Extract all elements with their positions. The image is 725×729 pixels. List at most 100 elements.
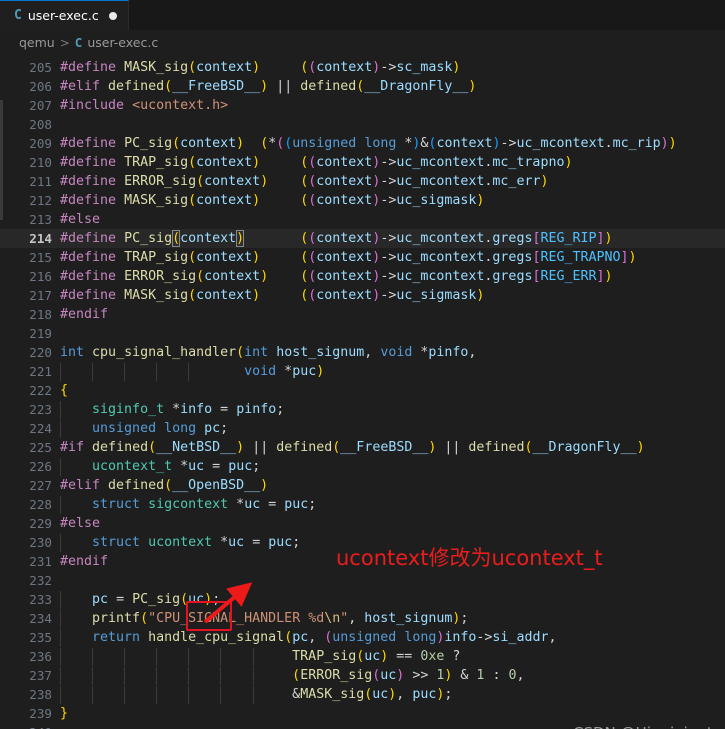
line-content: #define MASK_sig(context) ((context)->sc… xyxy=(60,60,461,75)
code-line[interactable]: 214 #define PC_sig(context) ((context)->u… xyxy=(0,229,725,248)
line-content: &MASK_sig(uc), puc); xyxy=(292,687,453,702)
line-content: unsigned long pc; xyxy=(92,421,229,436)
code-line[interactable]: 213 #else xyxy=(0,210,725,229)
code-line[interactable]: 217 #define MASK_sig(context) ((context)-… xyxy=(0,286,725,305)
code-line[interactable]: 234 printf("CPU_SIGNAL_HANDLER %d\n", ho… xyxy=(0,609,725,628)
line-content: #else xyxy=(60,516,101,531)
code-line[interactable]: 210 #define TRAP_sig(context) ((context)-… xyxy=(0,153,725,172)
line-number: 211 xyxy=(29,174,52,189)
line-number: 238 xyxy=(29,687,52,702)
line-content: TRAP_sig(uc) == 0xe ? xyxy=(292,649,461,664)
line-content: #endif xyxy=(60,554,109,569)
line-number: 229 xyxy=(29,516,52,531)
code-line[interactable]: 235 return handle_cpu_signal(pc, (unsign… xyxy=(0,628,725,647)
line-content: { xyxy=(60,383,69,398)
code-line[interactable]: 209 #define PC_sig(context) (*((unsigned … xyxy=(0,134,725,153)
line-number: 233 xyxy=(29,592,52,607)
code-line[interactable]: 211 #define ERROR_sig(context) ((context)… xyxy=(0,172,725,191)
unsaved-dot-icon[interactable] xyxy=(108,11,117,20)
line-number: 210 xyxy=(29,155,52,170)
line-number: 216 xyxy=(29,269,52,284)
code-line[interactable]: 220 int cpu_signal_handler(int host_signu… xyxy=(0,343,725,362)
code-line[interactable]: 229 #else xyxy=(0,514,725,533)
matching-bracket-highlight xyxy=(172,230,181,247)
code-line[interactable]: 208 xyxy=(0,115,725,134)
code-line[interactable]: 207 #include <ucontext.h> xyxy=(0,96,725,115)
line-content: } xyxy=(60,706,69,721)
code-line[interactable]: 222 { xyxy=(0,381,725,400)
chevron-right-icon: > xyxy=(59,35,70,50)
line-number: 225 xyxy=(29,440,52,455)
line-number: 220 xyxy=(29,345,52,360)
line-content: #elif defined(__FreeBSD__) || defined(__… xyxy=(60,79,477,94)
line-number: 240 xyxy=(0,723,52,729)
line-content: (ERROR_sig(uc) >> 1) & 1 : 0, xyxy=(292,668,525,683)
line-content: return handle_cpu_signal(pc, (unsigned l… xyxy=(92,630,557,645)
vscode-window: C user-exec.c qemu > C user-exec.c 205 #d… xyxy=(0,0,725,729)
line-content: #define MASK_sig(context) ((context)->uc… xyxy=(60,193,485,208)
line-content: void *puc) xyxy=(244,364,325,379)
line-number: 226 xyxy=(29,459,52,474)
line-number: 218 xyxy=(29,307,52,322)
line-number: 235 xyxy=(29,630,52,645)
code-line[interactable]: 223 siginfo_t *info = pinfo; xyxy=(0,400,725,419)
line-number: 222 xyxy=(29,383,52,398)
editor-tab-bar: C user-exec.c xyxy=(0,0,725,30)
code-line[interactable]: 205 #define MASK_sig(context) ((context)-… xyxy=(0,58,725,77)
code-line[interactable]: 215 #define TRAP_sig(context) ((context)-… xyxy=(0,248,725,267)
line-number: 219 xyxy=(29,326,52,341)
code-line[interactable]: 218 #endif xyxy=(0,305,725,324)
code-line[interactable]: 221 void *puc) xyxy=(0,362,725,381)
line-number: 224 xyxy=(29,421,52,436)
annotation-note: ucontext修改为ucontext_t xyxy=(336,546,603,570)
code-line[interactable]: 225 #if defined(__NetBSD__) || defined(__… xyxy=(0,438,725,457)
tab-label: user-exec.c xyxy=(27,8,99,23)
tab-user-exec-c[interactable]: C user-exec.c xyxy=(0,0,129,30)
line-content: pc = PC_sig(uc); xyxy=(92,592,221,607)
line-number: 234 xyxy=(29,611,52,626)
line-content: #endif xyxy=(60,307,109,322)
code-line[interactable]: 216 #define ERROR_sig(context) ((context)… xyxy=(0,267,725,286)
red-arrow-icon xyxy=(203,582,253,624)
line-content: struct ucontext *uc = puc; xyxy=(92,535,301,550)
code-line[interactable]: 232 xyxy=(0,571,725,590)
code-line[interactable]: 212 #define MASK_sig(context) ((context)-… xyxy=(0,191,725,210)
line-number: 214 xyxy=(29,231,52,246)
code-line[interactable]: 233 pc = PC_sig(uc); xyxy=(0,590,725,609)
line-number: 239 xyxy=(29,706,52,721)
line-number: 232 xyxy=(29,573,52,588)
c-file-icon: C xyxy=(74,35,83,50)
code-line[interactable]: 238 &MASK_sig(uc), puc); xyxy=(0,685,725,704)
line-content: #define ERROR_sig(context) ((context)->u… xyxy=(60,174,549,189)
line-content: #elif defined(__OpenBSD__) xyxy=(60,478,269,493)
breadcrumb-item-qemu[interactable]: qemu xyxy=(19,35,55,50)
code-line[interactable]: 224 unsigned long pc; xyxy=(0,419,725,438)
line-number: 217 xyxy=(29,288,52,303)
code-line[interactable]: 237 (ERROR_sig(uc) >> 1) & 1 : 0, xyxy=(0,666,725,685)
line-number: 236 xyxy=(29,649,52,664)
line-number: 231 xyxy=(29,554,52,569)
code-line[interactable]: 219 xyxy=(0,324,725,343)
code-line[interactable]: 228 struct sigcontext *uc = puc; xyxy=(0,495,725,514)
line-content: int cpu_signal_handler(int host_signum, … xyxy=(60,345,477,360)
breadcrumb-item-file[interactable]: user-exec.c xyxy=(87,35,158,50)
line-number: 207 xyxy=(29,98,52,113)
breadcrumb: qemu > C user-exec.c xyxy=(0,30,725,55)
line-number: 209 xyxy=(29,136,52,151)
code-line[interactable]: 239} xyxy=(0,704,725,723)
code-line[interactable]: 236 TRAP_sig(uc) == 0xe ? xyxy=(0,647,725,666)
line-number: 206 xyxy=(29,79,52,94)
code-editor[interactable]: 205 #define MASK_sig(context) ((context)-… xyxy=(0,55,725,729)
line-content: #define TRAP_sig(context) ((context)->uc… xyxy=(60,250,637,265)
line-content: #define PC_sig(context) (*((unsigned lon… xyxy=(60,136,677,151)
line-content: #define PC_sig(context) ((context)->uc_m… xyxy=(60,231,613,246)
code-line[interactable]: 206 #elif defined(__FreeBSD__) || defined… xyxy=(0,77,725,96)
matching-bracket-highlight xyxy=(236,230,245,247)
code-line[interactable]: 227 #elif defined(__OpenBSD__) xyxy=(0,476,725,495)
line-content: #define ERROR_sig(context) ((context)->u… xyxy=(60,269,613,284)
line-content: #define MASK_sig(context) ((context)->uc… xyxy=(60,288,485,303)
line-content: ucontext_t *uc = puc; xyxy=(92,459,261,474)
code-line[interactable]: 226 ucontext_t *uc = puc; xyxy=(0,457,725,476)
line-content: printf("CPU_SIGNAL_HANDLER %d\n", host_s… xyxy=(92,611,469,626)
line-number: 230 xyxy=(29,535,52,550)
